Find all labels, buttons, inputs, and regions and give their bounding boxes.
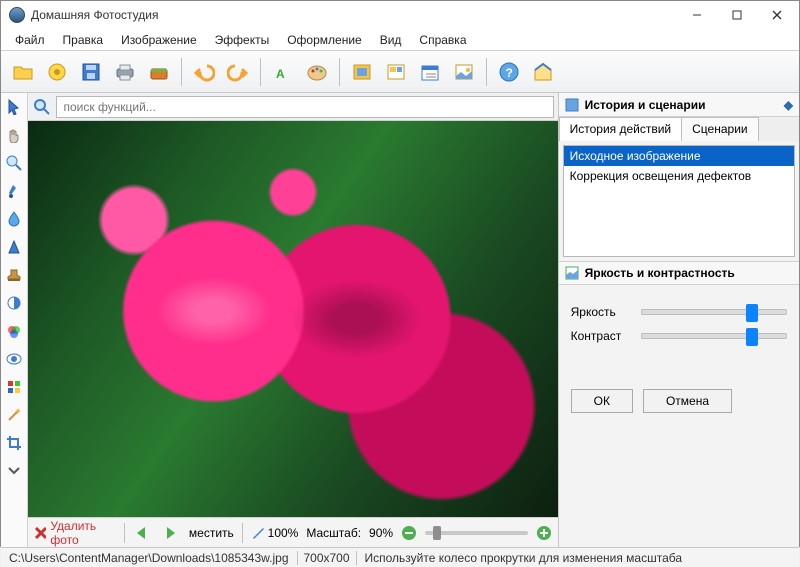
panel-icon [565, 266, 579, 280]
swatches-tool-icon[interactable] [4, 377, 24, 397]
zoom-out-icon[interactable] [401, 525, 417, 541]
status-bar: C:\Users\ContentManager\Downloads\108534… [1, 547, 799, 567]
brightness-slider[interactable] [641, 309, 787, 315]
history-list[interactable]: Исходное изображение Коррекция освещения… [563, 145, 795, 257]
toolbar-separator [260, 58, 261, 86]
stamp-tool-icon[interactable] [4, 265, 24, 285]
toolbar-separator [181, 58, 182, 86]
drop-tool-icon[interactable] [4, 209, 24, 229]
gallery-icon[interactable] [41, 57, 73, 87]
svg-text:?: ? [506, 66, 513, 80]
status-hint: Используйте колесо прокрутки для изменен… [365, 551, 683, 565]
card-icon[interactable] [448, 57, 480, 87]
redo-icon[interactable] [222, 57, 254, 87]
shape-tool-icon[interactable] [4, 237, 24, 257]
fit-zoom-button[interactable]: 100% [251, 526, 299, 540]
close-button[interactable] [757, 2, 797, 28]
brightness-panel-header: Яркость и контрастность [559, 261, 799, 285]
delete-photo-button[interactable]: Удалить фото [34, 519, 116, 547]
eye-tool-icon[interactable] [4, 349, 24, 369]
hand-tool-icon[interactable] [4, 125, 24, 145]
next-arrow-icon[interactable] [161, 525, 181, 541]
history-item[interactable]: Коррекция освещения дефектов [564, 166, 794, 186]
panel-icon [565, 98, 579, 112]
cancel-button[interactable]: Отмена [643, 389, 732, 413]
search-icon [32, 97, 52, 117]
move-label: местить [189, 526, 234, 540]
history-tabs: История действий Сценарии [559, 117, 799, 141]
zoom-slider[interactable] [425, 531, 528, 535]
palette-icon[interactable] [301, 57, 333, 87]
rgb-tool-icon[interactable] [4, 321, 24, 341]
effects-page-icon[interactable] [380, 57, 412, 87]
home-icon[interactable] [527, 57, 559, 87]
scale-label: Масштаб: [306, 526, 361, 540]
save-icon[interactable] [75, 57, 107, 87]
toolbox-icon[interactable] [143, 57, 175, 87]
prev-arrow-icon[interactable] [133, 525, 153, 541]
svg-text:A: A [276, 67, 285, 81]
collapse-icon[interactable]: ◆ [784, 98, 793, 112]
brightness-label: Яркость [571, 305, 631, 319]
wand-tool-icon[interactable] [4, 405, 24, 425]
delete-icon [34, 526, 46, 540]
image-canvas[interactable] [28, 121, 557, 517]
brush-tool-icon[interactable] [4, 181, 24, 201]
contrast-slider[interactable] [641, 333, 787, 339]
scale-value: 90% [369, 526, 393, 540]
ruler-icon [251, 526, 265, 540]
window-title: Домашняя Фотостудия [31, 8, 677, 22]
help-icon[interactable]: ? [493, 57, 525, 87]
tab-history[interactable]: История действий [559, 117, 683, 141]
chevron-down-icon[interactable] [4, 461, 24, 481]
menu-design[interactable]: Оформление [279, 31, 369, 49]
menu-effects[interactable]: Эффекты [207, 31, 278, 49]
print-icon[interactable] [109, 57, 141, 87]
maximize-button[interactable] [717, 2, 757, 28]
menu-image[interactable]: Изображение [113, 31, 205, 49]
ok-button[interactable]: ОК [571, 389, 633, 413]
search-bar [28, 93, 557, 121]
minimize-button[interactable] [677, 2, 717, 28]
menu-edit[interactable]: Правка [55, 31, 112, 49]
open-folder-icon[interactable] [7, 57, 39, 87]
toolbar-separator [486, 58, 487, 86]
frame-icon[interactable] [346, 57, 378, 87]
crop-tool-icon[interactable] [4, 433, 24, 453]
photo-content [28, 121, 557, 517]
history-panel-header: История и сценарии ◆ [559, 93, 799, 117]
left-toolbox [1, 93, 28, 547]
tab-scenarios[interactable]: Сценарии [681, 117, 758, 141]
app-icon [9, 7, 25, 23]
contrast-label: Контраст [571, 329, 631, 343]
main-toolbar: A ? [1, 51, 799, 93]
menu-help[interactable]: Справка [411, 31, 474, 49]
history-item[interactable]: Исходное изображение [564, 146, 794, 166]
calendar-icon[interactable] [414, 57, 446, 87]
status-path: C:\Users\ContentManager\Downloads\108534… [9, 551, 289, 565]
canvas-footer: Удалить фото местить 100% Масштаб: 90% [28, 517, 557, 547]
text-icon[interactable]: A [267, 57, 299, 87]
status-dimensions: 700x700 [297, 551, 357, 565]
menu-bar: Файл Правка Изображение Эффекты Оформлен… [1, 29, 799, 51]
title-bar: Домашняя Фотостудия [1, 1, 799, 29]
menu-file[interactable]: Файл [7, 31, 53, 49]
toolbar-separator [339, 58, 340, 86]
menu-view[interactable]: Вид [372, 31, 410, 49]
right-sidebar: История и сценарии ◆ История действий Сц… [558, 93, 799, 547]
zoom-in-icon[interactable] [536, 525, 552, 541]
zoom-tool-icon[interactable] [4, 153, 24, 173]
undo-icon[interactable] [188, 57, 220, 87]
search-input[interactable] [56, 96, 553, 118]
contrast-tool-icon[interactable] [4, 293, 24, 313]
pointer-tool-icon[interactable] [4, 97, 24, 117]
